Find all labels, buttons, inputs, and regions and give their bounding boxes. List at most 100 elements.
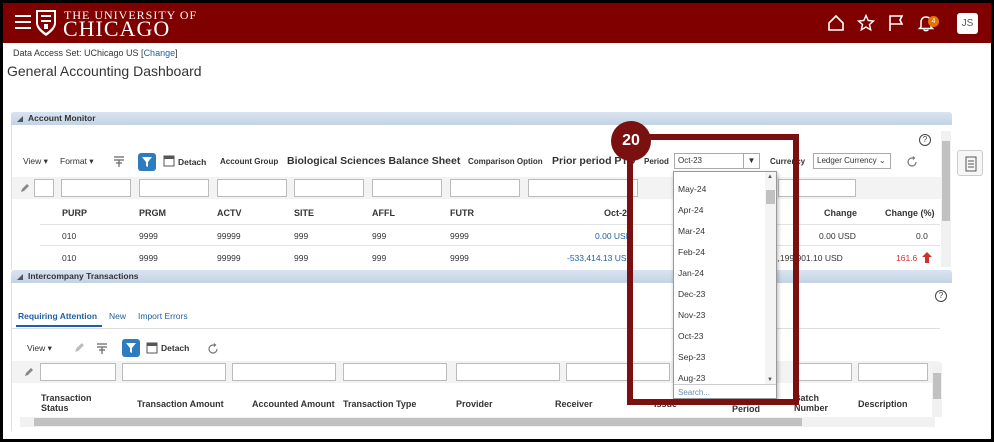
filter-site[interactable] xyxy=(294,179,364,197)
flag-icon[interactable] xyxy=(887,14,905,32)
brand-line-2: CHICAGO xyxy=(63,16,171,41)
pencil-icon xyxy=(21,184,29,192)
detach-button[interactable]: Detach xyxy=(161,343,189,353)
col-period[interactable]: Period xyxy=(732,404,760,414)
annotation-highlight-box xyxy=(627,134,799,405)
vertical-scrollbar[interactable] xyxy=(941,131,951,267)
detach-button[interactable]: Detach xyxy=(178,157,206,167)
cell-site: 999 xyxy=(294,253,309,263)
divider xyxy=(40,224,940,225)
filter-accounted[interactable] xyxy=(232,363,336,381)
cell-change-pct: 0.0 xyxy=(916,231,928,241)
university-shield-icon xyxy=(36,10,56,36)
cell-change-pct: 161.6 xyxy=(896,253,918,263)
filter-icon xyxy=(126,343,136,353)
col-provider[interactable]: Provider xyxy=(456,399,493,409)
refresh-icon[interactable] xyxy=(906,156,918,168)
pencil-icon xyxy=(25,368,33,376)
refresh-icon[interactable] xyxy=(207,343,219,355)
col-accounted-amount[interactable]: Accounted Amount xyxy=(252,399,335,409)
side-panel-button[interactable] xyxy=(957,150,983,176)
filter-input[interactable] xyxy=(34,179,54,197)
filter-batch[interactable] xyxy=(796,363,852,381)
cell-site: 999 xyxy=(294,231,309,241)
detach-icon[interactable] xyxy=(163,155,175,167)
col-prgm[interactable]: PRGM xyxy=(139,208,166,218)
cell-affl: 999 xyxy=(372,253,387,263)
col-affl[interactable]: AFFL xyxy=(372,208,395,218)
cell-actv: 99999 xyxy=(217,231,241,241)
account-monitor-header[interactable]: Account Monitor xyxy=(11,112,952,125)
intercompany-title: Intercompany Transactions xyxy=(28,271,139,281)
cell-purp: 010 xyxy=(62,253,77,263)
app-frame: THE UNIVERSITY OF CHICAGO 4 JS Data Acce… xyxy=(3,3,991,439)
filter-provider[interactable] xyxy=(456,363,560,381)
format-menu[interactable]: Format ▾ xyxy=(60,156,94,167)
cell-affl: 999 xyxy=(372,231,387,241)
col-transaction-amount[interactable]: Transaction Amount xyxy=(137,399,224,409)
filter-purp[interactable] xyxy=(61,179,131,197)
collapse-icon[interactable] xyxy=(17,274,23,280)
cell-oct-link[interactable]: -533,414.13 USD xyxy=(567,253,633,263)
home-icon[interactable] xyxy=(827,14,845,32)
cell-actv: 99999 xyxy=(217,253,241,263)
detach-icon[interactable] xyxy=(146,342,158,354)
document-icon xyxy=(965,156,977,172)
col-actv[interactable]: ACTV xyxy=(217,208,242,218)
page-title: General Accounting Dashboard xyxy=(7,63,202,79)
col-site[interactable]: SITE xyxy=(294,208,314,218)
view-menu[interactable]: View ▾ xyxy=(27,343,52,354)
col-transaction-type[interactable]: Transaction Type xyxy=(343,399,416,409)
query-by-example-button[interactable] xyxy=(122,339,140,357)
col-description[interactable]: Description xyxy=(858,399,908,409)
freeze-icon[interactable] xyxy=(95,341,109,355)
menu-icon[interactable] xyxy=(15,15,31,29)
col-receiver[interactable]: Receiver xyxy=(555,399,593,409)
collapse-icon[interactable] xyxy=(17,116,23,122)
col-purp[interactable]: PURP xyxy=(62,208,87,218)
tab-import-errors[interactable]: Import Errors xyxy=(138,311,188,321)
filter-status[interactable] xyxy=(40,363,116,381)
tab-new[interactable]: New xyxy=(109,311,126,321)
filter-oct[interactable] xyxy=(528,179,638,197)
intercompany-panel: ? Requiring Attention New Import Errors … xyxy=(11,283,952,431)
change-link[interactable]: Change xyxy=(144,48,176,58)
view-menu[interactable]: View ▾ xyxy=(23,156,48,167)
filter-actv[interactable] xyxy=(217,179,287,197)
filter-futr[interactable] xyxy=(450,179,520,197)
horizontal-scrollbar[interactable] xyxy=(20,417,935,427)
account-group-value[interactable]: Biological Sciences Balance Sheet xyxy=(287,155,460,167)
cell-futr: 9999 xyxy=(450,231,469,241)
tab-requiring-attention[interactable]: Requiring Attention xyxy=(18,311,97,321)
filter-prgm[interactable] xyxy=(139,179,209,197)
pencil-icon[interactable] xyxy=(74,342,85,353)
annotation-step-badge: 20 xyxy=(611,121,651,161)
active-tab-indicator xyxy=(16,325,102,327)
help-icon[interactable]: ? xyxy=(919,134,931,146)
filter-type[interactable] xyxy=(343,363,447,381)
filter-description[interactable] xyxy=(858,363,928,381)
account-group-label: Account Group xyxy=(220,157,279,166)
filter-affl[interactable] xyxy=(372,179,442,197)
cell-purp: 010 xyxy=(62,231,77,241)
cell-prgm: 9999 xyxy=(139,231,158,241)
account-monitor-panel: ? View ▾ Format ▾ Detach Account Group B… xyxy=(11,125,952,270)
vertical-scrollbar[interactable] xyxy=(932,363,942,417)
col-change-pct[interactable]: Change (%) xyxy=(885,208,935,218)
currency-select[interactable]: Ledger Currency ⌄ xyxy=(813,153,891,169)
freeze-icon[interactable] xyxy=(112,154,126,168)
query-by-example-button[interactable] xyxy=(138,153,156,171)
help-icon[interactable]: ? xyxy=(935,290,947,302)
filter-amount[interactable] xyxy=(122,363,226,381)
account-monitor-title: Account Monitor xyxy=(28,113,96,123)
col-batch-number[interactable]: Batch Number xyxy=(794,393,844,413)
col-futr[interactable]: FUTR xyxy=(450,208,474,218)
notification-badge: 4 xyxy=(928,16,939,27)
cell-futr: 9999 xyxy=(450,253,469,263)
avatar[interactable]: JS xyxy=(957,13,978,34)
divider xyxy=(12,328,940,329)
col-change[interactable]: Change xyxy=(824,208,857,218)
col-transaction-status[interactable]: Transaction Status xyxy=(41,393,111,413)
intercompany-header[interactable]: Intercompany Transactions xyxy=(11,270,952,283)
star-icon[interactable] xyxy=(857,14,875,32)
